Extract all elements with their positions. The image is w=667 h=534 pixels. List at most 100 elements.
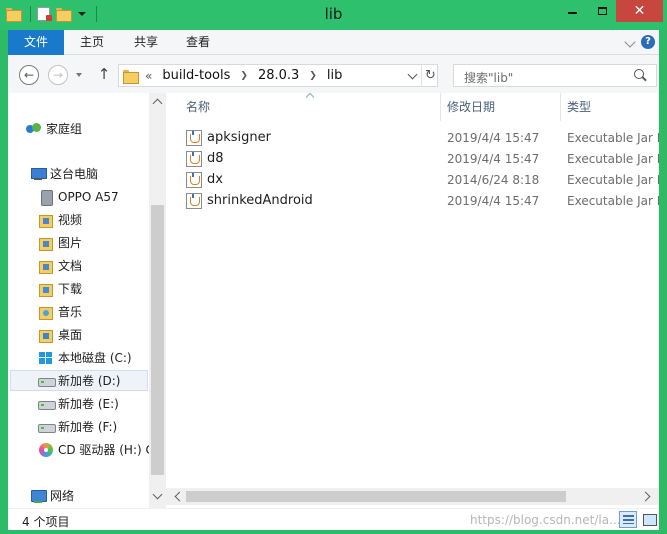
scroll-left-icon[interactable] <box>174 491 185 502</box>
column-header-date[interactable]: 修改日期 <box>447 93 495 121</box>
pictures-folder-icon <box>38 235 54 251</box>
nav-item-label: 下载 <box>58 282 83 296</box>
column-separator[interactable] <box>560 93 561 121</box>
tab-view[interactable]: 查看 <box>180 30 216 55</box>
nav-item-drive-c[interactable]: 本地磁盘 (C:) <box>38 347 132 368</box>
tab-home[interactable]: 主页 <box>74 30 110 55</box>
column-header-type[interactable]: 类型 <box>567 93 591 121</box>
nav-item-label: 桌面 <box>58 328 83 342</box>
breadcrumb-overflow[interactable]: « <box>145 69 152 83</box>
refresh-icon[interactable]: ↻ <box>421 65 439 86</box>
file-type: Executable Jar File <box>567 193 659 208</box>
file-row[interactable]: shrinkedAndroid 2019/4/4 15:47 Executabl… <box>186 190 659 211</box>
nav-item-drive-d[interactable]: 新加卷 (D:) <box>10 370 148 391</box>
jar-file-icon <box>186 192 202 209</box>
nav-item-pictures[interactable]: 图片 <box>38 232 82 253</box>
documents-folder-icon <box>38 258 54 274</box>
jar-file-icon <box>186 171 202 188</box>
maximize-icon <box>597 7 607 15</box>
nav-item-cd-drive-h[interactable]: CD 驱动器 (H:) C <box>38 439 149 460</box>
details-view-icon[interactable] <box>619 511 637 528</box>
file-row[interactable]: d8 2019/4/4 15:47 Executable Jar File <box>186 148 659 169</box>
breadcrumb-28-0-3[interactable]: 28.0.3 <box>258 68 299 83</box>
nav-item-videos[interactable]: 视频 <box>38 209 82 230</box>
desktop-folder-icon <box>38 327 54 343</box>
address-bar[interactable]: « build-tools ❯ 28.0.3 ❯ lib ↻ <box>118 64 438 87</box>
close-icon: ✕ <box>633 3 646 19</box>
nav-item-label: 本地磁盘 (C:) <box>58 351 132 365</box>
nav-item-documents[interactable]: 文档 <box>38 255 82 276</box>
help-icon[interactable]: ? <box>641 35 655 49</box>
tab-file[interactable]: 文件 <box>8 30 64 55</box>
large-icons-view-icon[interactable] <box>641 511 657 528</box>
breadcrumb-chevron-right-icon[interactable]: ❯ <box>240 71 248 81</box>
minimize-button[interactable] <box>556 0 588 22</box>
nav-item-oppo-a57[interactable]: OPPO A57 <box>38 186 119 207</box>
scrollbar-thumb[interactable] <box>186 491 566 502</box>
file-type: Executable Jar File <box>567 130 659 145</box>
forward-button[interactable]: → <box>48 65 68 85</box>
videos-folder-icon <box>38 212 54 228</box>
file-name: shrinkedAndroid <box>207 193 313 208</box>
close-button[interactable]: ✕ <box>616 0 663 22</box>
back-button[interactable]: ← <box>19 65 39 85</box>
nav-item-label: OPPO A57 <box>58 189 119 204</box>
nav-item-label: 这台电脑 <box>50 167 99 181</box>
search-input[interactable]: 搜索"lib" <box>464 69 513 86</box>
search-icon[interactable] <box>634 69 644 79</box>
file-row[interactable]: apksigner 2019/4/4 15:47 Executable Jar … <box>186 127 659 148</box>
file-list-horizontal-scrollbar[interactable] <box>166 488 659 505</box>
breadcrumb-chevron-right-icon[interactable]: ❯ <box>309 71 317 81</box>
up-button[interactable]: ↑ <box>96 65 112 85</box>
phone-icon <box>38 189 54 206</box>
maximize-button[interactable] <box>588 0 616 22</box>
nav-item-label: 图片 <box>58 236 83 250</box>
nav-item-label: 家庭组 <box>46 122 83 136</box>
drive-icon <box>38 396 56 412</box>
recent-locations-chevron-down-icon[interactable] <box>76 73 82 77</box>
tab-share[interactable]: 共享 <box>128 30 164 55</box>
file-type: Executable Jar File <box>567 151 659 166</box>
title-bar[interactable]: lib ✕ <box>0 0 667 30</box>
file-date: 2019/4/4 15:47 <box>447 193 540 208</box>
scroll-right-icon[interactable] <box>640 491 651 502</box>
nav-item-network[interactable]: 网络 <box>30 485 74 506</box>
windows-drive-icon <box>38 350 54 366</box>
jar-file-icon <box>186 129 202 146</box>
navigation-scrollbar[interactable] <box>149 93 166 508</box>
file-row[interactable]: dx 2014/6/24 8:18 Executable Jar File <box>186 169 659 190</box>
file-date: 2014/6/24 8:18 <box>447 172 540 187</box>
arrow-left-icon: ← <box>23 68 35 82</box>
scroll-down-icon[interactable] <box>152 489 163 500</box>
column-separator[interactable] <box>440 93 441 121</box>
nav-item-drive-f[interactable]: 新加卷 (F:) <box>38 416 117 437</box>
nav-item-music[interactable]: 音乐 <box>38 301 82 322</box>
file-name: d8 <box>207 151 224 166</box>
nav-item-downloads[interactable]: 下载 <box>38 278 82 299</box>
sort-ascending-icon <box>305 93 315 102</box>
scroll-up-icon[interactable] <box>152 98 163 109</box>
breadcrumb-lib[interactable]: lib <box>327 68 342 83</box>
scrollbar-thumb[interactable] <box>151 205 164 475</box>
breadcrumb-build-tools[interactable]: build-tools <box>162 68 230 83</box>
nav-item-label: 网络 <box>50 489 75 503</box>
minimize-icon <box>567 12 577 14</box>
nav-item-label: 文档 <box>58 259 83 273</box>
explorer-window: lib ✕ 文件 主页 共享 查看 ? ← → ↑ « build-tools … <box>0 0 667 534</box>
expand-ribbon-chevron-down-icon[interactable] <box>624 36 636 48</box>
address-history-chevron-down-icon[interactable] <box>403 65 421 86</box>
nav-item-homegroup[interactable]: 家庭组 <box>26 118 82 139</box>
cd-drive-icon <box>38 442 54 458</box>
file-type: Executable Jar File <box>567 172 659 187</box>
nav-item-label: 新加卷 (D:) <box>58 374 121 388</box>
nav-item-this-pc[interactable]: 这台电脑 <box>30 163 98 184</box>
nav-item-desktop[interactable]: 桌面 <box>38 324 82 345</box>
arrow-right-icon: → <box>52 68 64 82</box>
nav-item-drive-e[interactable]: 新加卷 (E:) <box>38 393 119 414</box>
nav-item-label: CD 驱动器 (H:) C <box>58 443 149 457</box>
jar-file-icon <box>186 150 202 167</box>
search-box[interactable]: 搜索"lib" <box>453 64 657 87</box>
file-name: dx <box>207 172 223 187</box>
downloads-folder-icon <box>38 281 54 297</box>
column-header-name[interactable]: 名称 <box>186 93 210 121</box>
